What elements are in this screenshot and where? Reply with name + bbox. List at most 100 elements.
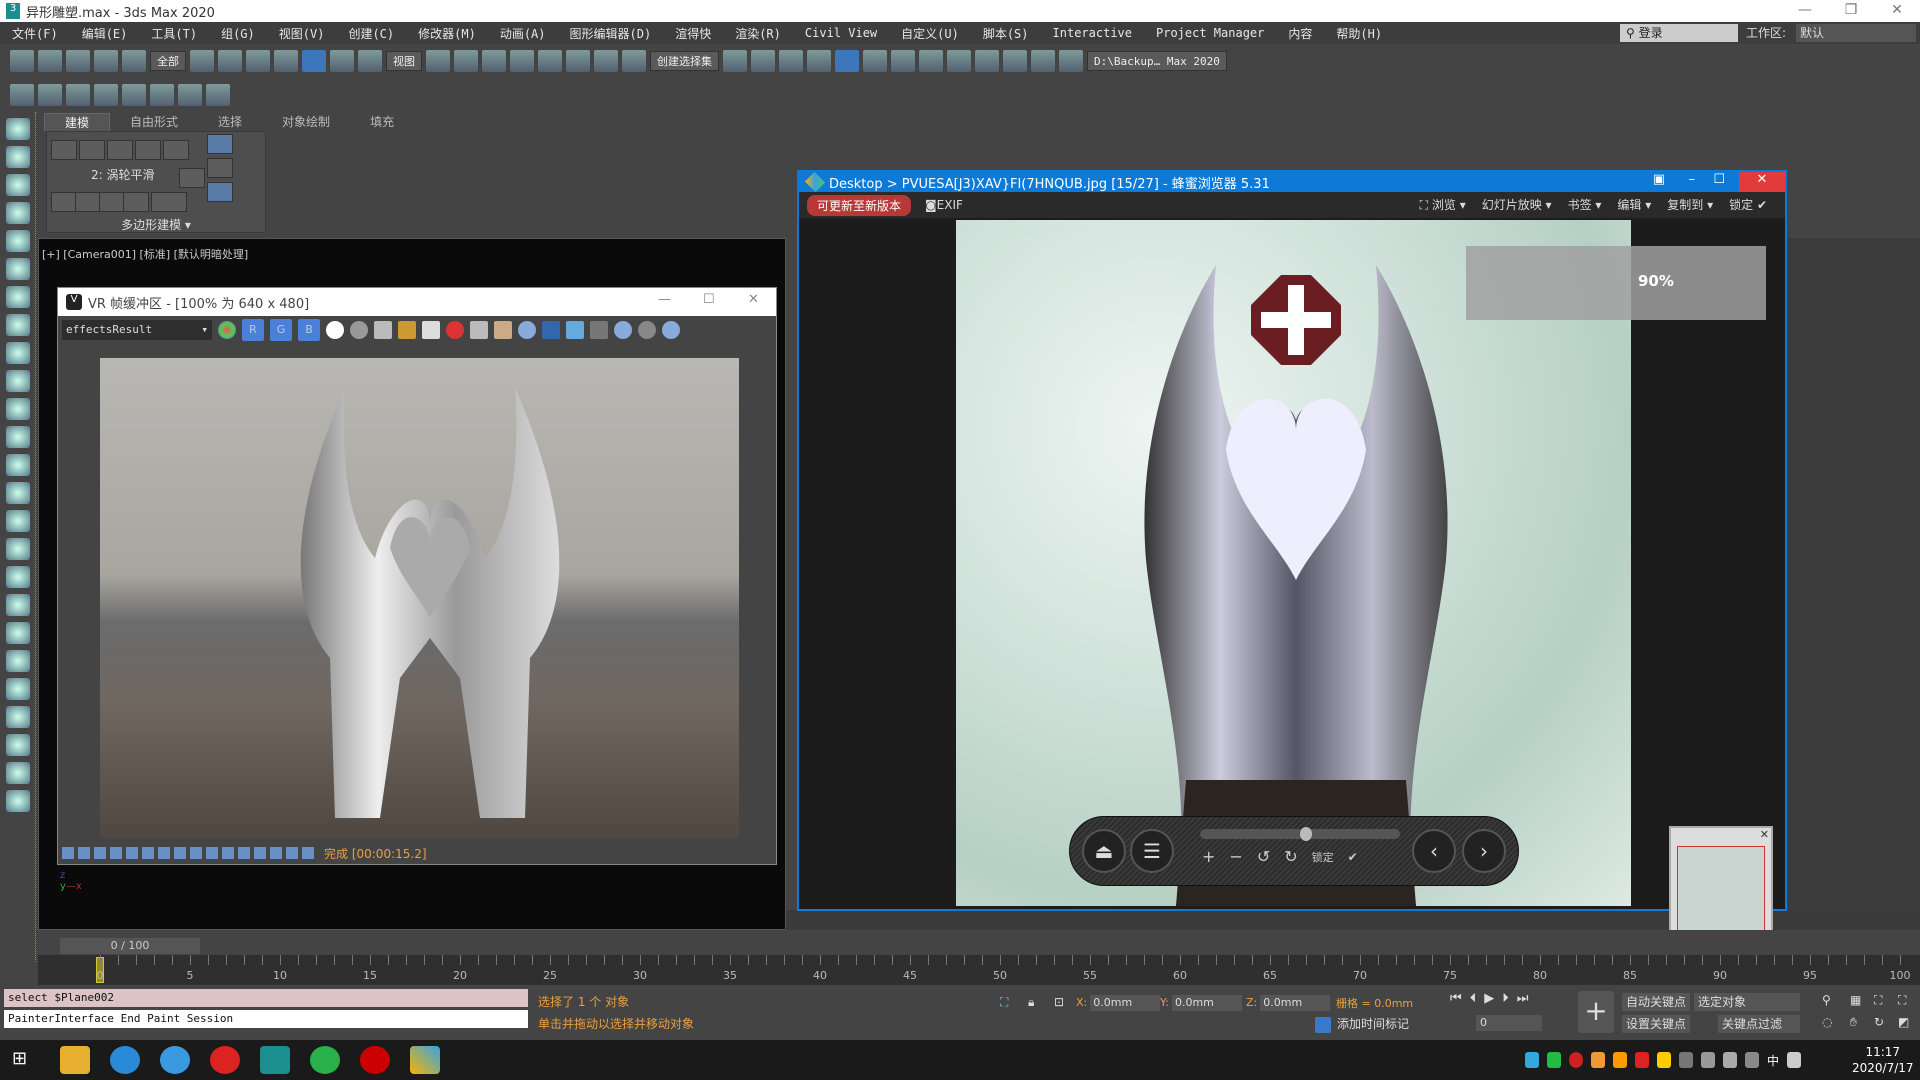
go-to-end-icon[interactable]: ⏭ xyxy=(1517,991,1529,1006)
x-field[interactable]: 0.0mm xyxy=(1090,995,1161,1011)
background-icon[interactable] xyxy=(206,847,218,859)
menu-item[interactable]: 渲染(R) xyxy=(723,25,793,42)
viewer-close-button[interactable]: ✕ xyxy=(1739,172,1785,192)
zoom-extents-icon[interactable]: ⛶ xyxy=(1874,993,1882,1008)
lock-selection-icon[interactable]: 🔒︎ xyxy=(1028,995,1034,1010)
previous-frame-icon[interactable]: ⏴ xyxy=(1470,991,1477,1006)
render-iterative-icon[interactable] xyxy=(1031,50,1055,72)
sphere-icon[interactable] xyxy=(6,762,30,784)
render-frame-icon[interactable] xyxy=(6,174,30,196)
auto-key-button[interactable]: 自动关键点 xyxy=(1622,993,1691,1011)
ref-coord-dropdown[interactable]: 视图 xyxy=(386,51,422,71)
edge-browser-icon[interactable] xyxy=(110,1046,140,1074)
edit-named-sel-icon[interactable] xyxy=(622,50,646,72)
zoom-slider-knob[interactable] xyxy=(1300,827,1312,841)
update-button[interactable]: 可更新至新版本 xyxy=(807,194,912,216)
clear-icon[interactable] xyxy=(446,321,464,339)
schematic-icon[interactable] xyxy=(891,50,915,72)
redo-icon[interactable] xyxy=(38,50,62,72)
isolate-icon[interactable]: ⛶ xyxy=(1000,995,1008,1010)
mirror-icon[interactable] xyxy=(723,50,747,72)
cage-icon[interactable] xyxy=(123,192,149,212)
sphere-icon[interactable] xyxy=(6,538,30,560)
3dsmax-taskbar-icon[interactable] xyxy=(260,1046,290,1074)
curve-editor-icon[interactable] xyxy=(863,50,887,72)
grid-icon[interactable] xyxy=(6,566,30,588)
project-folder-dropdown[interactable]: D:\Backup… Max 2020 xyxy=(1087,51,1227,71)
menu-item[interactable]: 内容 xyxy=(1276,25,1324,42)
exif-button[interactable]: EXIF xyxy=(937,198,963,212)
ime-indicator[interactable]: 中 xyxy=(1767,1052,1779,1068)
menu-item[interactable]: 帮助(H) xyxy=(1324,25,1394,42)
keyframe-icon[interactable] xyxy=(150,84,174,106)
vfb-close-button[interactable]: ✕ xyxy=(748,292,759,307)
scene-explorer-icon[interactable] xyxy=(779,50,803,72)
render-setup-icon[interactable] xyxy=(947,50,971,72)
color-channels-icon[interactable] xyxy=(218,321,236,339)
menu-item[interactable]: Project Manager xyxy=(1144,26,1276,40)
absolute-mode-icon[interactable]: ⊡ xyxy=(1054,995,1064,1009)
mono-icon[interactable] xyxy=(350,321,368,339)
menu-item[interactable]: 动画(A) xyxy=(488,25,558,42)
viewer-fullscreen-button[interactable]: ▣ xyxy=(1653,172,1665,187)
bookmark-menu[interactable]: 书签 ▾ xyxy=(1568,196,1602,213)
menu-item[interactable]: 渲得快 xyxy=(663,25,723,42)
place-icon[interactable] xyxy=(426,50,450,72)
screen-recorder-icon[interactable] xyxy=(360,1046,390,1074)
light-icon[interactable] xyxy=(6,258,30,280)
plant-icon[interactable] xyxy=(6,678,30,700)
panel-icon[interactable] xyxy=(6,230,30,252)
snap-3d-icon[interactable] xyxy=(510,50,534,72)
save-icon[interactable] xyxy=(374,321,392,339)
region-render-icon[interactable] xyxy=(494,321,512,339)
undo-icon[interactable] xyxy=(10,50,34,72)
element-mode-icon[interactable] xyxy=(163,140,189,160)
unlink-icon[interactable] xyxy=(94,50,118,72)
z-field[interactable]: 0.0mm xyxy=(1260,995,1331,1011)
layers-icon[interactable] xyxy=(78,847,90,859)
eject-button[interactable]: ⏏ xyxy=(1082,829,1126,873)
menu-item[interactable]: 图形编辑器(D) xyxy=(558,25,664,42)
tray-qq-icon[interactable] xyxy=(1657,1052,1671,1068)
track-bar[interactable] xyxy=(38,930,1920,954)
play-icon[interactable]: ▶ xyxy=(1484,991,1494,1006)
maximize-button[interactable]: ❐ xyxy=(1828,0,1874,20)
tray-music-icon[interactable] xyxy=(1635,1052,1649,1068)
workspace-selector[interactable]: 工作区: 默认 xyxy=(1746,24,1920,42)
ocio-icon[interactable] xyxy=(190,847,202,859)
sphere-icon[interactable] xyxy=(6,398,30,420)
border-mode-icon[interactable] xyxy=(107,140,133,160)
vertex-mode-icon[interactable] xyxy=(51,140,77,160)
pin-light-icon[interactable] xyxy=(207,134,233,154)
compare-icon[interactable] xyxy=(286,847,298,859)
copy-to-menu[interactable]: 复制到 ▾ xyxy=(1667,196,1713,213)
material-editor-icon[interactable] xyxy=(919,50,943,72)
zoom-out-icon[interactable]: − xyxy=(1229,847,1242,866)
box-icon[interactable] xyxy=(6,370,30,392)
h-icon[interactable] xyxy=(254,847,266,859)
select-icon[interactable] xyxy=(51,192,77,212)
link-icon[interactable] xyxy=(66,50,90,72)
ribbon-tab[interactable]: 填充 xyxy=(350,113,414,131)
polygon-mode-icon[interactable] xyxy=(135,140,161,160)
tray-wechat-icon[interactable] xyxy=(1547,1052,1561,1068)
maxscript-listener-output[interactable]: PainterInterface End Paint Session xyxy=(4,1010,528,1028)
edge-mode-icon[interactable] xyxy=(79,140,105,160)
select-object-icon[interactable] xyxy=(190,50,214,72)
clipboard-icon[interactable] xyxy=(422,321,440,339)
time-slider[interactable]: 0 / 100 xyxy=(60,938,200,954)
brush-icon[interactable] xyxy=(122,84,146,106)
set-key-big-button[interactable]: + xyxy=(1578,991,1614,1033)
next-frame-icon[interactable]: ⏵ xyxy=(1502,991,1509,1006)
edit-menu[interactable]: 编辑 ▾ xyxy=(1617,196,1651,213)
rotate-icon[interactable] xyxy=(330,50,354,72)
bind-spacewarp-icon[interactable] xyxy=(122,50,146,72)
windows-start-icon[interactable]: ⊞ xyxy=(12,1048,27,1069)
keyboard-shortcut-icon[interactable] xyxy=(482,50,506,72)
green-channel-button[interactable]: G xyxy=(270,319,292,341)
maximize-viewport-icon[interactable]: ◩ xyxy=(1898,1015,1909,1029)
menu-item[interactable]: 修改器(M) xyxy=(406,25,488,42)
system-clock[interactable]: 11:17 2020/7/17 xyxy=(1852,1044,1914,1076)
render-channel-select[interactable]: effectsResult ▾ xyxy=(62,320,212,340)
vfb-maximize-button[interactable]: ☐ xyxy=(703,292,715,307)
